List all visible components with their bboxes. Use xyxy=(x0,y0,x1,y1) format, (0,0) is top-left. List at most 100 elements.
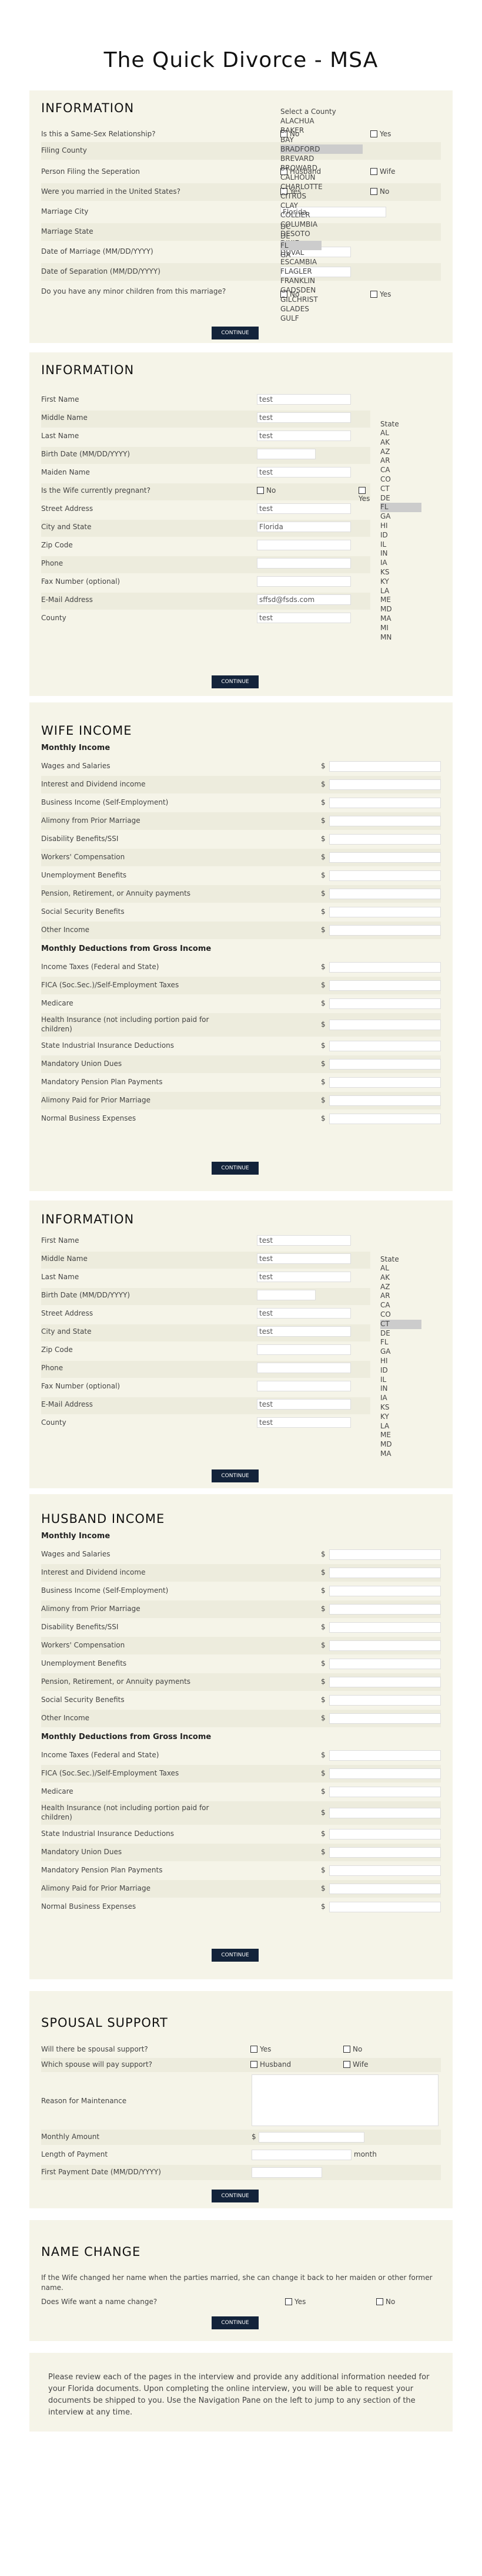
reason-textarea[interactable] xyxy=(252,2074,439,2126)
county-option[interactable]: GULF xyxy=(280,314,363,323)
state-option[interactable]: MN xyxy=(380,633,421,643)
state-option[interactable]: LA xyxy=(380,1422,421,1431)
text-input[interactable]: test xyxy=(257,394,351,405)
amount-input[interactable] xyxy=(329,1808,441,1818)
amount-input[interactable] xyxy=(329,1020,441,1030)
option-checkbox[interactable]: Yes xyxy=(370,290,391,298)
state-option[interactable]: CT xyxy=(380,1319,421,1329)
county-option[interactable]: ALACHUA xyxy=(280,116,363,126)
amount-input[interactable] xyxy=(329,1865,441,1876)
amount-input[interactable] xyxy=(329,1829,441,1839)
amount-input[interactable] xyxy=(329,1768,441,1779)
amount-input[interactable] xyxy=(329,761,441,772)
county-option[interactable]: BREVARD xyxy=(280,154,363,163)
amount-input[interactable] xyxy=(329,1568,441,1578)
amount-input[interactable] xyxy=(329,1041,441,1051)
state-option[interactable]: ME xyxy=(380,1431,421,1440)
continue-button[interactable]: CONTINUE xyxy=(212,2316,259,2329)
text-input[interactable]: test xyxy=(257,613,351,623)
name-change-no-checkbox[interactable]: No xyxy=(376,2298,395,2306)
state-option[interactable]: DE xyxy=(380,494,421,503)
amount-input[interactable] xyxy=(329,1622,441,1633)
amount-input[interactable] xyxy=(329,779,441,790)
state-option[interactable]: GA xyxy=(280,250,322,260)
county-option[interactable]: BRADFORD xyxy=(280,144,363,154)
county-option[interactable]: GLADES xyxy=(280,304,363,314)
amount-input[interactable] xyxy=(329,1077,441,1088)
continue-button[interactable]: CONTINUE xyxy=(212,1949,259,1962)
state-select[interactable]: State AL AK AZ AR CA CO CT DE FL GA HI ID IL IN IA KS KY… xyxy=(380,1255,421,1488)
state-option[interactable]: IA xyxy=(380,559,421,568)
state-option[interactable]: HI xyxy=(380,522,421,531)
state-option[interactable]: AZ xyxy=(380,448,421,457)
county-option[interactable]: GILCHRIST xyxy=(280,295,363,304)
county-option[interactable]: BAKER xyxy=(280,126,363,135)
state-option[interactable]: ME xyxy=(380,596,421,605)
amount-input[interactable] xyxy=(329,1902,441,1912)
state-option[interactable]: MA xyxy=(380,614,421,624)
text-input[interactable]: test xyxy=(257,431,351,441)
county-option[interactable]: COLLIER xyxy=(280,210,363,220)
option-checkbox[interactable]: No xyxy=(370,187,389,196)
state-option[interactable]: CO xyxy=(380,475,421,485)
state-option[interactable]: ID xyxy=(380,1366,421,1376)
amount-input[interactable] xyxy=(329,962,441,973)
text-input[interactable] xyxy=(257,558,351,569)
state-option[interactable]: CA xyxy=(380,1301,421,1310)
state-option[interactable]: AL xyxy=(380,1264,421,1273)
text-input[interactable]: test xyxy=(257,412,351,423)
payment-length-input[interactable] xyxy=(252,2150,352,2160)
continue-button[interactable]: CONTINUE xyxy=(212,1469,259,1482)
amount-input[interactable] xyxy=(329,1847,441,1858)
amount-input[interactable] xyxy=(329,998,441,1009)
amount-input[interactable] xyxy=(329,1884,441,1894)
county-option[interactable]: BAY xyxy=(280,135,363,144)
amount-input[interactable] xyxy=(329,1695,441,1706)
wife-pays-checkbox[interactable]: Wife xyxy=(343,2060,369,2069)
state-option[interactable]: IN xyxy=(380,1384,421,1394)
amount-input[interactable] xyxy=(329,925,441,936)
text-input[interactable]: test xyxy=(257,1326,351,1337)
amount-input[interactable] xyxy=(329,1640,441,1651)
state-option[interactable]: FL xyxy=(280,241,322,250)
state-option[interactable]: DE xyxy=(380,1329,421,1339)
state-option[interactable]: AL xyxy=(380,429,421,438)
state-option[interactable]: GA xyxy=(380,1347,421,1357)
state-option[interactable]: IA xyxy=(380,1394,421,1403)
amount-input[interactable] xyxy=(329,870,441,881)
text-input[interactable] xyxy=(257,449,316,459)
text-input[interactable] xyxy=(257,1381,351,1391)
continue-button[interactable]: CONTINUE xyxy=(212,327,259,339)
text-input[interactable] xyxy=(257,1344,351,1355)
option-checkbox[interactable]: Yes xyxy=(370,130,391,138)
county-option[interactable]: CITRUS xyxy=(280,191,363,201)
state-option[interactable]: IL xyxy=(380,540,421,550)
amount-input[interactable] xyxy=(329,1604,441,1615)
text-input[interactable] xyxy=(257,540,351,550)
text-input[interactable]: test xyxy=(257,1417,351,1428)
option-checkbox[interactable]: No xyxy=(257,486,276,495)
text-input[interactable] xyxy=(257,1363,351,1373)
option-checkbox[interactable]: Yes xyxy=(359,486,370,503)
state-option[interactable]: AK xyxy=(380,1273,421,1283)
text-input[interactable]: test xyxy=(257,1253,351,1264)
amount-input[interactable] xyxy=(329,1713,441,1724)
text-input[interactable] xyxy=(257,1290,316,1300)
amount-input[interactable] xyxy=(329,1549,441,1560)
spousal-no-checkbox[interactable]: No xyxy=(343,2045,362,2053)
county-option[interactable]: GADSDEN xyxy=(280,285,363,295)
amount-input[interactable] xyxy=(329,798,441,808)
state-option[interactable]: AR xyxy=(380,1292,421,1301)
state-option[interactable]: AZ xyxy=(380,1283,421,1292)
amount-input[interactable] xyxy=(329,834,441,845)
first-payment-input[interactable] xyxy=(252,2167,322,2178)
text-input[interactable]: test xyxy=(257,503,351,514)
state-option[interactable]: FL xyxy=(380,503,421,513)
monthly-amount-input[interactable] xyxy=(259,2132,364,2143)
text-input[interactable]: test xyxy=(257,1272,351,1282)
amount-input[interactable] xyxy=(329,1114,441,1124)
continue-button[interactable]: CONTINUE xyxy=(212,2190,259,2202)
state-option[interactable]: HI xyxy=(380,1357,421,1366)
text-input[interactable]: sffsd@fsds.com xyxy=(257,594,351,605)
state-option[interactable]: AR xyxy=(380,456,421,466)
